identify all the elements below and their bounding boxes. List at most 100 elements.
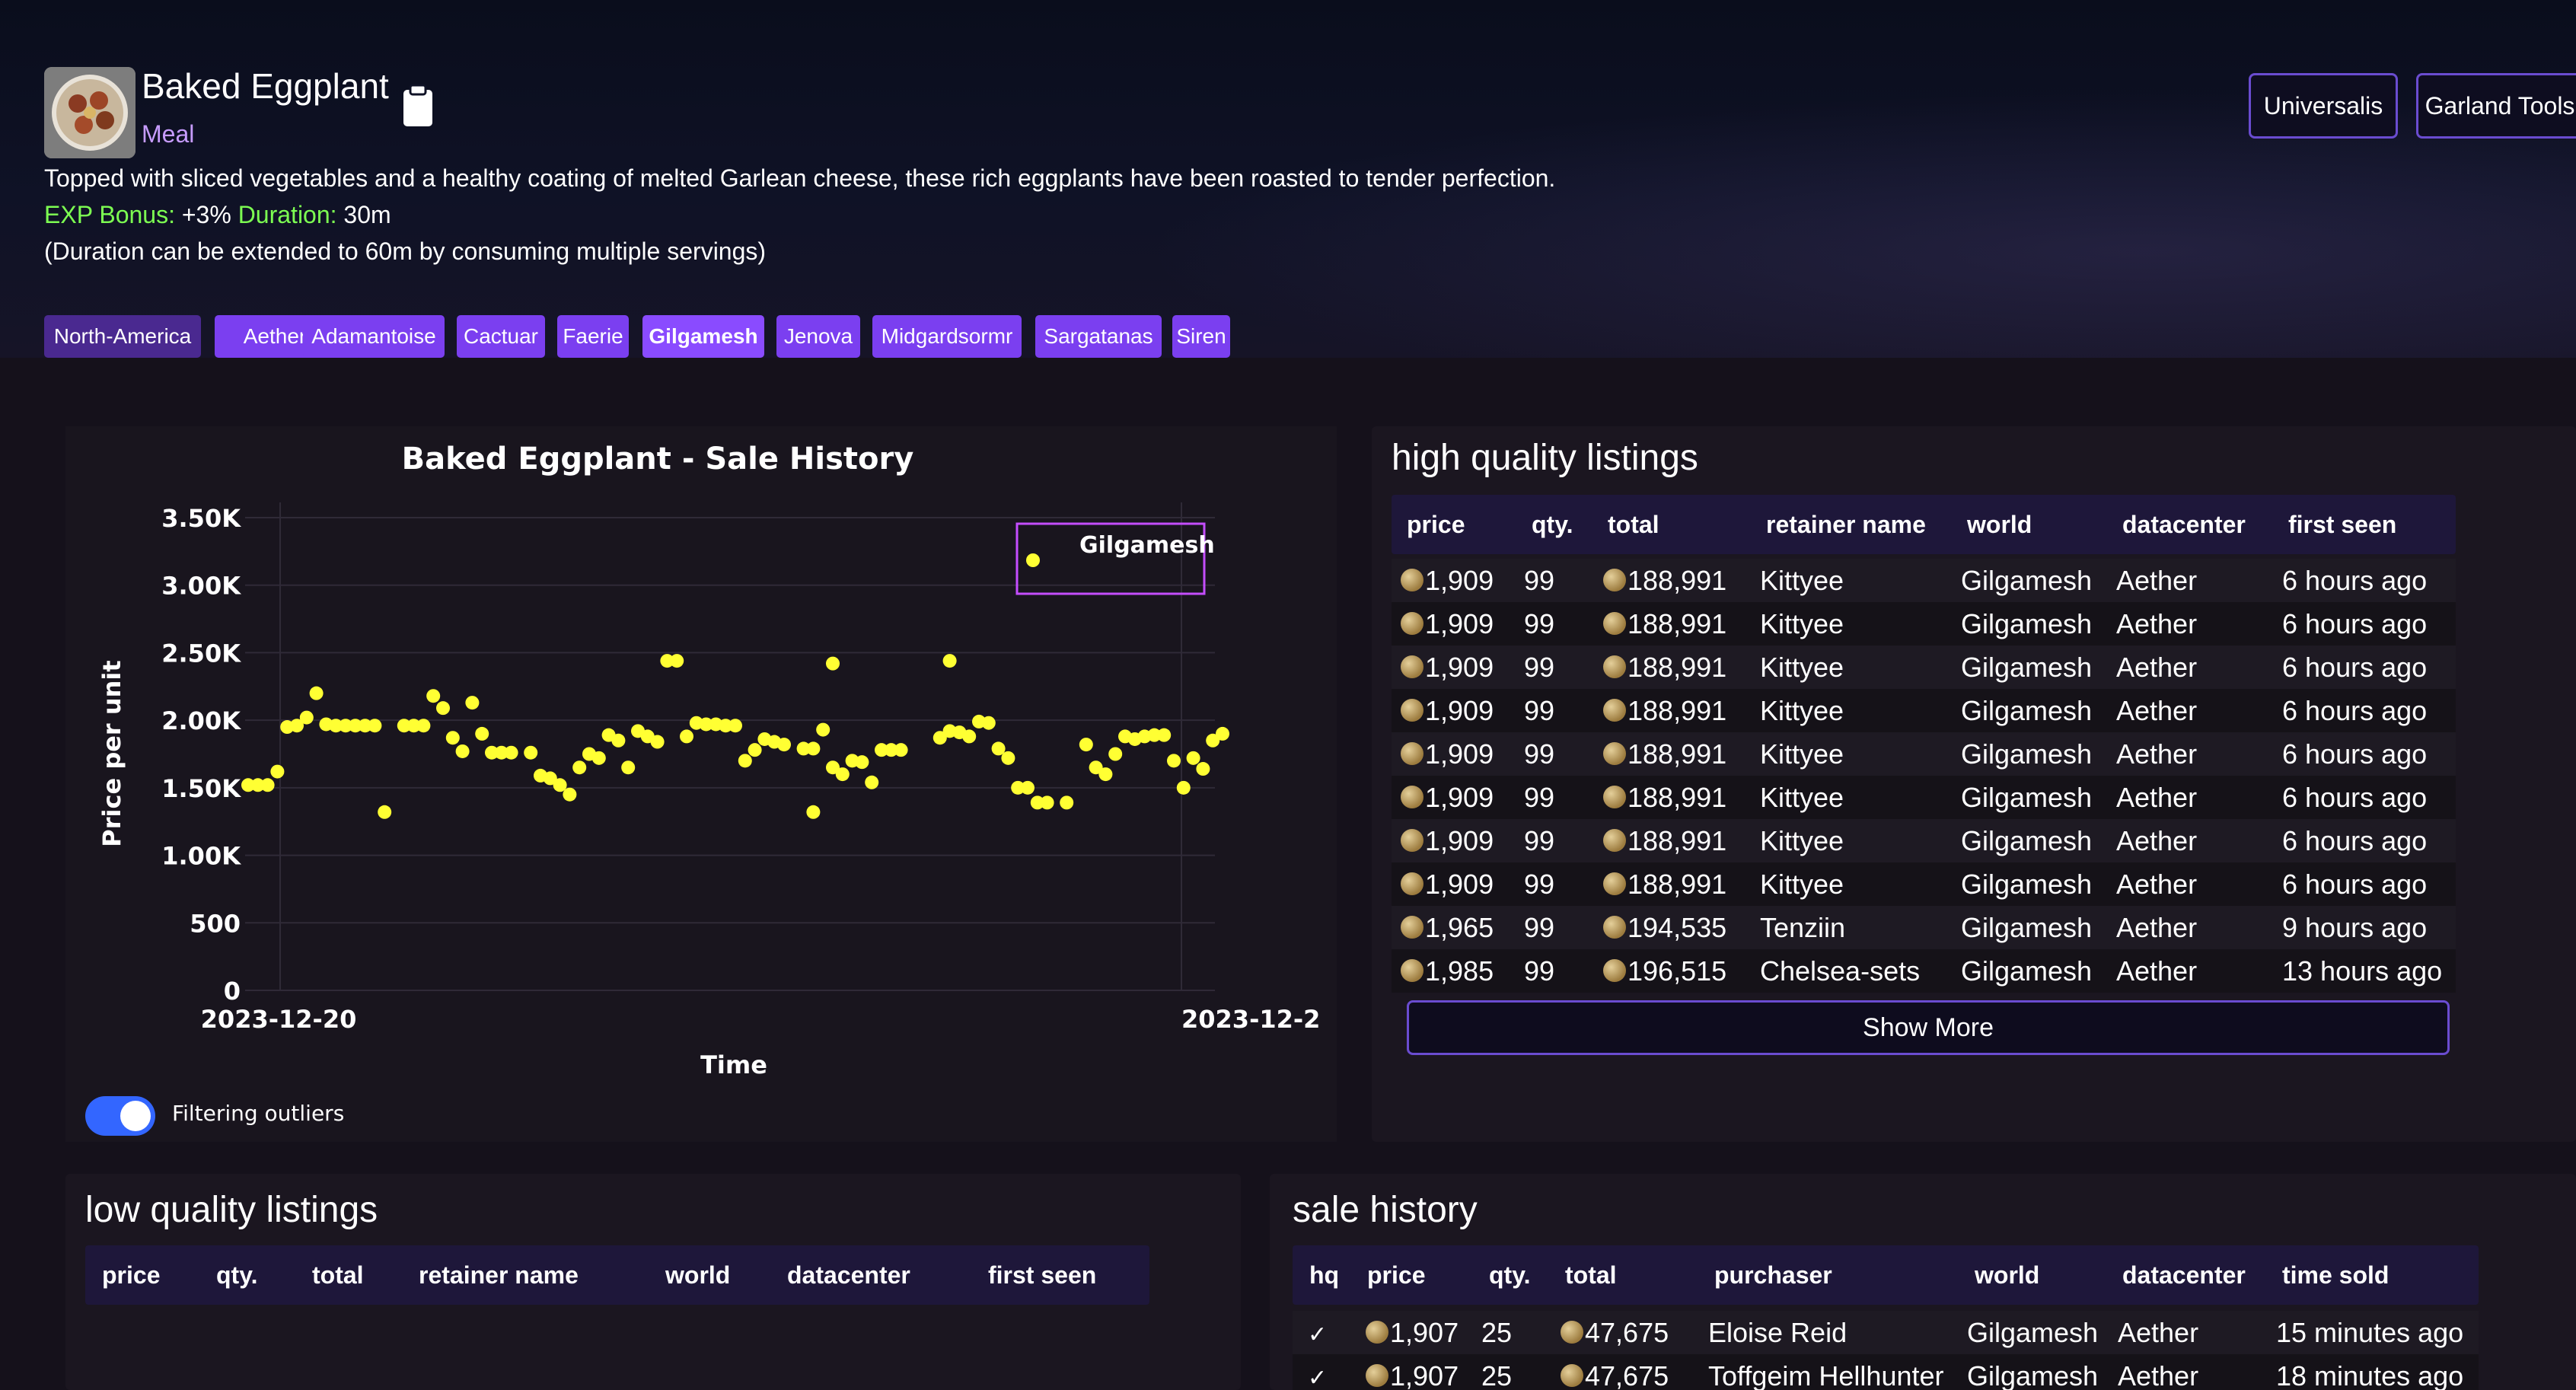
gil-icon — [1603, 569, 1626, 592]
data-point — [865, 775, 879, 789]
table-row: 1,909 99 188,991 Kittyee Gilgamesh Aether 6 ho… — [1392, 689, 2456, 732]
table-cell: Gilgamesh — [1961, 906, 2092, 949]
table-row: 1,909 99 188,991 Kittyee Gilgamesh Aether 6 ho… — [1392, 559, 2456, 602]
hq-col-qty[interactable]: qty. — [1532, 495, 1573, 554]
table-row: 1,909 99 188,991 Kittyee Gilgamesh Aether 6 ho… — [1392, 862, 2456, 906]
table-cell: 6 hours ago — [2282, 689, 2427, 732]
sales-col-hq[interactable]: hq — [1309, 1245, 1339, 1305]
sales-col-world[interactable]: world — [1975, 1245, 2039, 1305]
gil-icon — [1603, 872, 1626, 896]
lq-col-qty[interactable]: qty. — [216, 1245, 258, 1305]
item-icon — [44, 67, 135, 158]
tag-adamantoise[interactable]: Adamantoise — [303, 315, 445, 358]
table-cell: 6 hours ago — [2282, 776, 2427, 819]
table-row: 1,909 99 188,991 Kittyee Gilgamesh Aether 6 ho… — [1392, 776, 2456, 819]
table-cell: 194,535 — [1603, 906, 1726, 949]
sales-col-qty[interactable]: qty. — [1489, 1245, 1531, 1305]
hq-col-total[interactable]: total — [1608, 495, 1659, 554]
tag-cactuar[interactable]: Cactuar — [457, 315, 545, 358]
table-cell: 1,909 — [1401, 819, 1494, 862]
cell-text: 188,991 — [1628, 825, 1727, 856]
data-point — [855, 755, 869, 770]
cell-text: Kittyee — [1760, 738, 1844, 770]
tag-midgardsormr[interactable]: Midgardsormr — [872, 315, 1022, 358]
data-point — [1196, 762, 1210, 776]
data-point — [436, 701, 450, 716]
table-cell: 47,675 — [1561, 1311, 1669, 1354]
lq-col-total[interactable]: total — [312, 1245, 364, 1305]
gil-icon — [1603, 742, 1626, 766]
table-cell: Aether — [2116, 559, 2197, 602]
table-cell: 6 hours ago — [2282, 819, 2427, 862]
data-point — [1186, 751, 1200, 765]
data-point — [1001, 751, 1015, 765]
cell-text: 1,909 — [1425, 782, 1494, 813]
data-point — [1040, 795, 1054, 810]
lq-col-first-seen[interactable]: first seen — [988, 1245, 1096, 1305]
data-point — [611, 733, 626, 748]
cell-text: 6 hours ago — [2282, 695, 2428, 726]
sales-col-purchaser[interactable]: purchaser — [1714, 1245, 1832, 1305]
lq-col-world[interactable]: world — [665, 1245, 730, 1305]
item-description: Topped with sliced vegetables and a heal… — [44, 164, 1556, 192]
chart-title: Baked Eggplant - Sale History — [402, 442, 914, 477]
hq-col-first-seen[interactable]: first seen — [2288, 495, 2396, 554]
table-row: 1,909 99 188,991 Kittyee Gilgamesh Aether 6 ho… — [1392, 646, 2456, 689]
cell-text: 188,991 — [1628, 869, 1727, 900]
filter-outliers-toggle[interactable] — [85, 1096, 155, 1136]
gil-icon — [1561, 1321, 1583, 1344]
data-point — [416, 719, 431, 733]
hq-col-datacenter[interactable]: datacenter — [2122, 495, 2246, 554]
gil-icon — [1401, 612, 1423, 636]
cell-text: 188,991 — [1628, 695, 1727, 726]
cell-text: Gilgamesh — [1967, 1360, 2099, 1390]
data-point — [816, 722, 831, 737]
tag-faerie[interactable]: Faerie — [557, 315, 629, 358]
data-point — [826, 656, 840, 671]
show-more-button[interactable]: Show More — [1407, 1000, 2450, 1055]
table-cell: 1,907 — [1366, 1311, 1459, 1354]
hq-col-price[interactable]: price — [1407, 495, 1465, 554]
table-cell: 25 — [1481, 1354, 1512, 1390]
sales-col-price[interactable]: price — [1367, 1245, 1425, 1305]
table-cell: Gilgamesh — [1961, 732, 2092, 776]
tag-north-america[interactable]: North-America — [44, 315, 201, 358]
lq-col-retainer[interactable]: retainer name — [419, 1245, 579, 1305]
x-tick-2: 2023-12-2 — [1181, 1005, 1320, 1034]
table-cell: Aether — [2116, 732, 2197, 776]
lq-listings-title: low quality listings — [85, 1190, 378, 1230]
hq-table-header: price qty. total retainer name world dat… — [1392, 495, 2456, 554]
table-cell: 99 — [1524, 776, 1554, 819]
sales-col-datacenter[interactable]: datacenter — [2122, 1245, 2246, 1305]
cell-text: Chelsea-sets — [1760, 955, 1921, 987]
lq-col-datacenter[interactable]: datacenter — [787, 1245, 910, 1305]
tag-sargatanas[interactable]: Sargatanas — [1035, 315, 1162, 358]
hq-col-world[interactable]: world — [1967, 495, 2032, 554]
cell-text: 6 hours ago — [2282, 738, 2428, 770]
lq-col-price[interactable]: price — [102, 1245, 160, 1305]
gil-icon — [1401, 786, 1423, 809]
gil-icon — [1603, 612, 1626, 636]
clipboard-icon[interactable] — [400, 84, 435, 128]
table-row: 1,985 99 196,515 Chelsea-sets Gilgamesh Aethe… — [1392, 949, 2456, 993]
garland-tools-button[interactable]: Garland Tools — [2416, 73, 2576, 139]
cell-text: Tenziin — [1760, 912, 1846, 943]
table-row: 1,965 99 194,535 Tenziin Gilgamesh Aether 9 ho… — [1392, 906, 2456, 949]
tag-gilgamesh[interactable]: Gilgamesh — [642, 315, 764, 358]
hq-col-retainer[interactable]: retainer name — [1766, 495, 1926, 554]
table-cell: 6 hours ago — [2282, 646, 2427, 689]
cell-text: 25 — [1481, 1360, 1513, 1390]
table-cell: Gilgamesh — [1961, 819, 2092, 862]
table-row: ✓ 1,907 25 47,675 Eloise Reid Gilgamesh Aether… — [1293, 1311, 2479, 1354]
cell-text: 194,535 — [1628, 912, 1727, 943]
cell-text: 1,909 — [1425, 652, 1494, 683]
cell-text: 99 — [1524, 782, 1555, 813]
tag-siren[interactable]: Siren — [1172, 315, 1230, 358]
cell-text: 188,991 — [1628, 738, 1727, 770]
universalis-button[interactable]: Universalis — [2249, 73, 2398, 139]
cell-text: Gilgamesh — [1961, 955, 2093, 987]
tag-jenova[interactable]: Jenova — [776, 315, 860, 358]
sales-col-time-sold[interactable]: time sold — [2282, 1245, 2389, 1305]
sales-col-total[interactable]: total — [1565, 1245, 1617, 1305]
cell-text: 1,965 — [1425, 912, 1494, 943]
